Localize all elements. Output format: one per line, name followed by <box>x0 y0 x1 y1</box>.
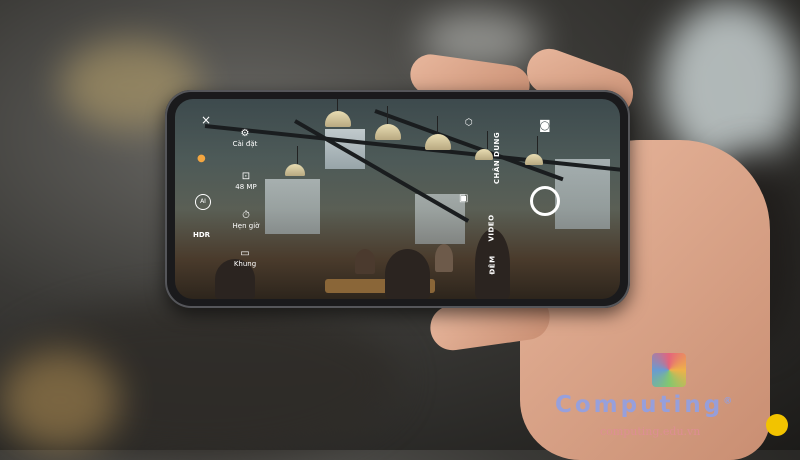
pendant-lamp <box>475 131 493 160</box>
watermark-logo-icon <box>652 353 686 387</box>
settings-button[interactable]: ⚙ Cài đặt <box>230 129 260 148</box>
megapixel-label: 48 MP <box>235 183 257 191</box>
watermark-url: computing.edu.vn <box>600 425 701 438</box>
scene-person <box>385 249 430 299</box>
filter-icon: ⬡ <box>465 118 473 128</box>
timer-label: Hẹn giờ <box>232 222 260 230</box>
resolution-icon: ⊡ <box>241 171 251 182</box>
thumbnail-button[interactable]: ▣ <box>459 194 468 204</box>
hdr-button[interactable]: HDR <box>193 232 210 239</box>
pendant-lamp <box>325 99 351 127</box>
ai-button[interactable]: AI <box>195 194 211 210</box>
smartphone: × ⚙ Cài đặt ● ⊡ 48 MP AI ⏱ Hẹn giờ HDR ▭… <box>165 90 630 308</box>
settings-label: Cài đặt <box>232 140 258 148</box>
watermark-badge-icon <box>766 414 788 436</box>
scene-window <box>265 179 320 234</box>
gallery-thumbnail-icon: ▣ <box>459 193 469 204</box>
filter-button[interactable]: ⬡ <box>465 119 473 128</box>
ceiling-beam <box>204 124 620 172</box>
watermark-brand-text: Computing <box>555 392 724 418</box>
switch-camera-icon: ◙ <box>539 118 551 132</box>
scene-person <box>435 244 453 272</box>
ai-label: AI <box>200 198 206 205</box>
background-light <box>0 350 120 450</box>
pendant-lamp <box>375 106 401 140</box>
scene-person <box>355 249 375 274</box>
pendant-lamp <box>525 136 543 165</box>
camera-viewfinder: × ⚙ Cài đặt ● ⊡ 48 MP AI ⏱ Hẹn giờ HDR ▭… <box>175 99 620 299</box>
frame-label: Khung <box>233 260 257 268</box>
frame-button[interactable]: ▭ Khung <box>230 249 260 268</box>
mode-portrait[interactable]: CHÂN DUNG <box>493 132 501 184</box>
shutter-button[interactable] <box>530 186 560 216</box>
megapixel-button[interactable]: ⊡ 48 MP <box>233 172 259 191</box>
frame-icon: ▭ <box>240 248 250 259</box>
google-lens-button[interactable]: ● <box>197 154 206 164</box>
hdr-label: HDR <box>193 231 211 239</box>
settings-icon: ⚙ <box>240 128 250 139</box>
google-lens-icon: ● <box>197 153 206 164</box>
close-button[interactable]: × <box>201 114 211 126</box>
timer-button[interactable]: ⏱ Hẹn giờ <box>230 211 262 230</box>
watermark-registered: ® <box>723 396 736 407</box>
watermark-brand: Computing® <box>555 392 735 418</box>
switch-camera-button[interactable]: ◙ <box>539 119 551 131</box>
timer-icon: ⏱ <box>242 210 250 221</box>
mode-video[interactable]: VIDEO <box>488 214 496 241</box>
pendant-lamp <box>285 146 305 176</box>
mode-night[interactable]: ĐÊM <box>489 255 497 274</box>
